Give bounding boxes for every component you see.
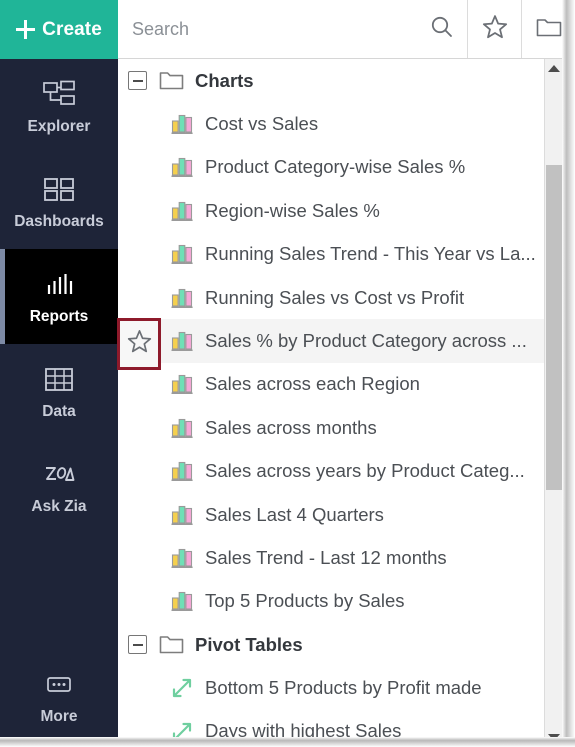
data-table-icon	[42, 363, 76, 397]
sidebar-item-label: Data	[42, 403, 76, 421]
collapse-minus-icon[interactable]	[128, 71, 147, 91]
triangle-down-icon	[547, 734, 560, 741]
tree-item-label: Sales across years by Product Categ...	[205, 460, 525, 482]
vertical-scrollbar[interactable]	[544, 59, 562, 747]
create-button[interactable]: Create	[0, 0, 118, 59]
folder-icon	[158, 634, 185, 655]
tree-item-label: Product Category-wise Sales %	[205, 156, 466, 178]
tree-item-chart[interactable]: Sales Trend - Last 12 months	[118, 536, 544, 579]
sidebar-item-explorer[interactable]: Explorer	[0, 59, 118, 154]
bar-chart-icon	[168, 329, 195, 353]
search-icon-button[interactable]	[417, 0, 467, 58]
bar-chart-icon	[168, 546, 195, 570]
scroll-down-button[interactable]	[545, 728, 562, 747]
tree-group-charts[interactable]: Charts	[118, 59, 544, 102]
sidebar-item-label: Ask Zia	[31, 498, 87, 516]
tree-item-pivot[interactable]: Days with highest Sales	[118, 710, 544, 747]
tree-item-chart[interactable]: Product Category-wise Sales %	[118, 146, 544, 189]
tree-item-label: Running Sales vs Cost vs Profit	[205, 286, 465, 308]
sidebar-item-reports[interactable]: Reports	[0, 249, 118, 344]
star-outline-icon	[126, 328, 153, 360]
bar-chart-icon	[168, 589, 195, 613]
tree-item-label: Sales Last 4 Quarters	[205, 503, 384, 525]
tree-item-label: Sales across months	[205, 416, 377, 438]
tree-item-label: Region-wise Sales %	[205, 199, 380, 221]
sidebar-item-label: Reports	[29, 308, 89, 326]
window-edge-right	[562, 0, 575, 747]
tree-item-chart-selected[interactable]: Sales % by Product Category across ...	[118, 319, 544, 363]
folder-icon	[535, 15, 563, 44]
ask-zia-icon	[42, 458, 76, 492]
pivot-table-icon	[168, 676, 195, 700]
tree-item-chart[interactable]: Cost vs Sales	[118, 102, 544, 145]
sidebar-item-data[interactable]: Data	[0, 344, 118, 439]
tree-item-chart[interactable]: Sales across months	[118, 406, 544, 449]
tree-item-chart[interactable]: Running Sales Trend - This Year vs La...	[118, 233, 544, 276]
plus-icon	[16, 20, 36, 39]
tree-item-label: Cost vs Sales	[205, 112, 319, 134]
dashboards-grid-icon	[42, 173, 76, 207]
tree-group-pivot-tables[interactable]: Pivot Tables	[118, 623, 544, 666]
tree-group-label: Pivot Tables	[195, 633, 303, 655]
bar-chart-icon	[168, 416, 195, 440]
bar-chart-icon	[168, 459, 195, 483]
tree-group-label: Charts	[195, 69, 254, 91]
sidebar-item-ask-zia[interactable]: Ask Zia	[0, 439, 118, 534]
bar-chart-icon	[168, 199, 195, 223]
explorer-tree-icon	[42, 78, 76, 112]
tree-item-chart[interactable]: Sales across each Region	[118, 363, 544, 406]
folder-icon	[158, 70, 185, 91]
search-icon	[429, 14, 455, 45]
tree-item-label: Running Sales Trend - This Year vs La...	[205, 243, 536, 265]
scrollbar-thumb[interactable]	[546, 165, 562, 490]
favorites-star-icon	[481, 13, 509, 46]
tree-item-chart[interactable]: Sales Last 4 Quarters	[118, 493, 544, 536]
sidebar-item-label: More	[40, 707, 78, 725]
tree-item-label: Days with highest Sales	[205, 720, 402, 742]
tree-item-chart[interactable]: Top 5 Products by Sales	[118, 580, 544, 623]
tree-item-label: Top 5 Products by Sales	[205, 590, 405, 612]
top-toolbar	[118, 0, 575, 59]
create-button-label: Create	[42, 18, 102, 40]
bar-chart-icon	[168, 242, 195, 266]
bar-chart-icon	[168, 112, 195, 136]
pivot-table-icon	[168, 720, 195, 744]
sidebar-item-dashboards[interactable]: Dashboards	[0, 154, 118, 249]
favorites-button[interactable]	[467, 0, 521, 58]
tree-item-chart[interactable]: Region-wise Sales %	[118, 189, 544, 232]
tree-item-label: Bottom 5 Products by Profit made	[205, 677, 482, 699]
left-navigation-sidebar: Create Explorer Dashboards Reports Data …	[0, 0, 118, 747]
tree-item-chart[interactable]: Running Sales vs Cost vs Profit	[118, 276, 544, 319]
sidebar-item-label: Dashboards	[14, 213, 104, 231]
more-ellipsis-icon	[42, 668, 76, 702]
bar-chart-icon	[168, 503, 195, 527]
favorite-star-toggle[interactable]	[117, 318, 161, 370]
tree-item-label: Sales Trend - Last 12 months	[205, 546, 447, 568]
sidebar-item-more[interactable]: More	[0, 653, 118, 739]
search-field-wrapper	[118, 0, 417, 58]
bar-chart-icon	[168, 372, 195, 396]
search-input[interactable]	[132, 18, 417, 40]
collapse-minus-icon[interactable]	[128, 635, 147, 655]
scroll-up-button[interactable]	[545, 59, 562, 78]
tree-item-pivot[interactable]: Bottom 5 Products by Profit made	[118, 666, 544, 709]
triangle-up-icon	[547, 65, 560, 72]
app-window: Create Explorer Dashboards Reports Data …	[0, 0, 575, 747]
folders-button[interactable]	[521, 0, 575, 58]
tree-item-chart[interactable]: Sales across years by Product Categ...	[118, 450, 544, 493]
sidebar-item-label: Explorer	[27, 118, 91, 136]
tree-item-label: Sales % by Product Category across ...	[205, 329, 527, 351]
reports-bars-icon	[42, 268, 76, 302]
bar-chart-icon	[168, 286, 195, 310]
tree-item-label: Sales across each Region	[205, 373, 420, 395]
report-tree-list[interactable]: Charts Cost vs Sales Product Category-wi…	[118, 59, 544, 747]
bar-chart-icon	[168, 155, 195, 179]
